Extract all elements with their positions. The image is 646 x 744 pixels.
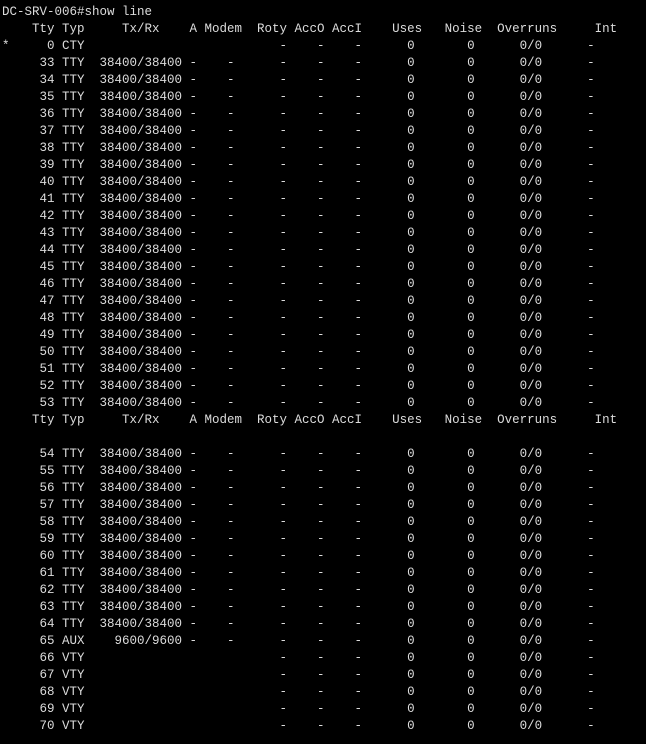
terminal-output[interactable]: DC-SRV-006#show line Tty Typ Tx/Rx A Mod…: [0, 0, 646, 744]
